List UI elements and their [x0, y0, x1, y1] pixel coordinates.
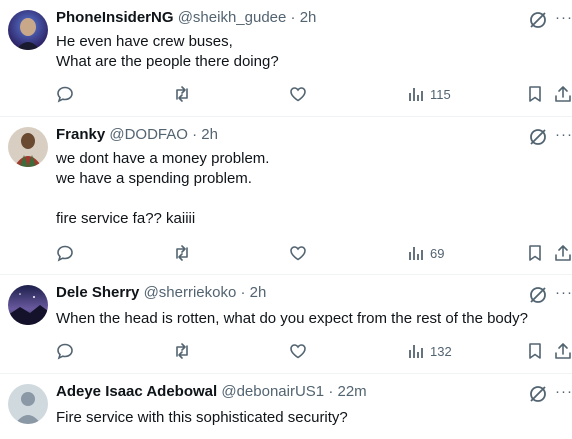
avatar[interactable]: [8, 285, 48, 325]
text-line: fire service fa?? kaiiii: [56, 210, 196, 227]
text-line: we have a spending problem.: [56, 170, 252, 187]
more-icon[interactable]: ···: [555, 126, 572, 143]
author-handle[interactable]: @sheikh_gudee: [178, 9, 287, 26]
views-count: 132: [430, 343, 452, 359]
share-icon: [555, 245, 571, 261]
views-count: 69: [430, 245, 445, 261]
more-icon[interactable]: ···: [555, 9, 572, 26]
retweet-icon: [176, 86, 188, 102]
more-icon[interactable]: ···: [555, 284, 572, 301]
avatar[interactable]: [8, 127, 48, 167]
like-icon: [290, 87, 306, 102]
share-icon: [555, 343, 571, 359]
like-icon: [290, 246, 306, 261]
author-name[interactable]: Franky: [56, 126, 105, 143]
bookmark-button[interactable]: [526, 341, 544, 361]
tweet-text: Fire service with this sophisticated sec…: [56, 408, 348, 428]
like-button[interactable]: [289, 243, 307, 263]
retweet-icon: [176, 245, 188, 261]
text-line: What are the people there doing?: [56, 53, 279, 70]
action-bar: 115: [0, 84, 572, 104]
like-button[interactable]: [289, 84, 307, 104]
reply-icon: [57, 343, 73, 360]
grok-icon[interactable]: [528, 10, 548, 30]
reply-button[interactable]: [56, 243, 74, 263]
tweet-text: we dont have a money problem. we have a …: [56, 149, 269, 229]
views-button[interactable]: 115: [408, 84, 451, 104]
author-handle[interactable]: @debonairUS1: [221, 383, 324, 400]
bookmark-icon: [529, 343, 541, 359]
views-button[interactable]: 69: [408, 243, 444, 263]
separator: ·: [328, 383, 334, 400]
reply-icon: [57, 245, 73, 262]
action-bar: 132: [0, 341, 572, 361]
separator: ·: [240, 284, 246, 301]
bookmark-button[interactable]: [526, 84, 544, 104]
share-button[interactable]: [554, 84, 572, 104]
tweet-header: Dele Sherry @sherriekoko · 2h: [56, 283, 266, 303]
bookmark-button[interactable]: [526, 243, 544, 263]
views-count: 115: [430, 86, 451, 102]
bookmark-icon: [529, 86, 541, 102]
avatar[interactable]: [8, 10, 48, 50]
reply-feed: PhoneInsiderNG @sheikh_gudee · 2h ··· He…: [0, 0, 572, 439]
tweet-header: Adeye Isaac Adebowal @debonairUS1 · 22m: [56, 382, 367, 402]
share-button[interactable]: [554, 243, 572, 263]
author-name[interactable]: Adeye Isaac Adebowal: [56, 383, 217, 400]
tweet[interactable]: Dele Sherry @sherriekoko · 2h ··· When t…: [0, 275, 572, 374]
retweet-button[interactable]: [173, 84, 191, 104]
views-icon: [409, 345, 423, 358]
avatar[interactable]: [8, 384, 48, 424]
text-line: we dont have a money problem.: [56, 150, 270, 167]
reply-button[interactable]: [56, 341, 74, 361]
reply-button[interactable]: [56, 84, 74, 104]
timestamp[interactable]: 22m: [338, 383, 367, 400]
more-icon[interactable]: ···: [555, 383, 572, 400]
tweet-header: Franky @DODFAO · 2h: [56, 125, 218, 145]
reply-icon: [57, 86, 73, 103]
action-bar: 69: [0, 243, 572, 263]
views-icon: [409, 247, 423, 260]
share-icon: [555, 86, 571, 102]
views-icon: [409, 88, 423, 101]
views-button[interactable]: 132: [408, 341, 452, 361]
grok-icon[interactable]: [528, 384, 548, 404]
timestamp[interactable]: 2h: [201, 126, 218, 143]
author-handle[interactable]: @DODFAO: [109, 126, 188, 143]
retweet-icon: [176, 343, 188, 359]
text-line: [56, 189, 269, 209]
tweet-text: When the head is rotten, what do you exp…: [56, 309, 528, 329]
tweet[interactable]: Adeye Isaac Adebowal @debonairUS1 · 22m …: [0, 374, 572, 439]
author-handle[interactable]: @sherriekoko: [144, 284, 237, 301]
share-button[interactable]: [554, 341, 572, 361]
tweet[interactable]: Franky @DODFAO · 2h ··· we dont have a m…: [0, 117, 572, 275]
text-line: When the head is rotten, what do you exp…: [56, 310, 528, 327]
tweet-text: He even have crew buses, What are the pe…: [56, 32, 279, 72]
like-button[interactable]: [289, 341, 307, 361]
retweet-button[interactable]: [173, 243, 191, 263]
timestamp[interactable]: 2h: [300, 9, 317, 26]
author-name[interactable]: PhoneInsiderNG: [56, 9, 174, 26]
tweet-header: PhoneInsiderNG @sheikh_gudee · 2h: [56, 8, 316, 28]
like-icon: [290, 344, 306, 359]
grok-icon[interactable]: [528, 127, 548, 147]
separator: ·: [290, 9, 296, 26]
separator: ·: [192, 126, 198, 143]
text-line: He even have crew buses,: [56, 33, 233, 50]
retweet-button[interactable]: [173, 341, 191, 361]
timestamp[interactable]: 2h: [250, 284, 267, 301]
author-name[interactable]: Dele Sherry: [56, 284, 139, 301]
text-line: Fire service with this sophisticated sec…: [56, 409, 348, 426]
bookmark-icon: [529, 245, 541, 261]
tweet[interactable]: PhoneInsiderNG @sheikh_gudee · 2h ··· He…: [0, 0, 572, 117]
grok-icon[interactable]: [528, 285, 548, 305]
